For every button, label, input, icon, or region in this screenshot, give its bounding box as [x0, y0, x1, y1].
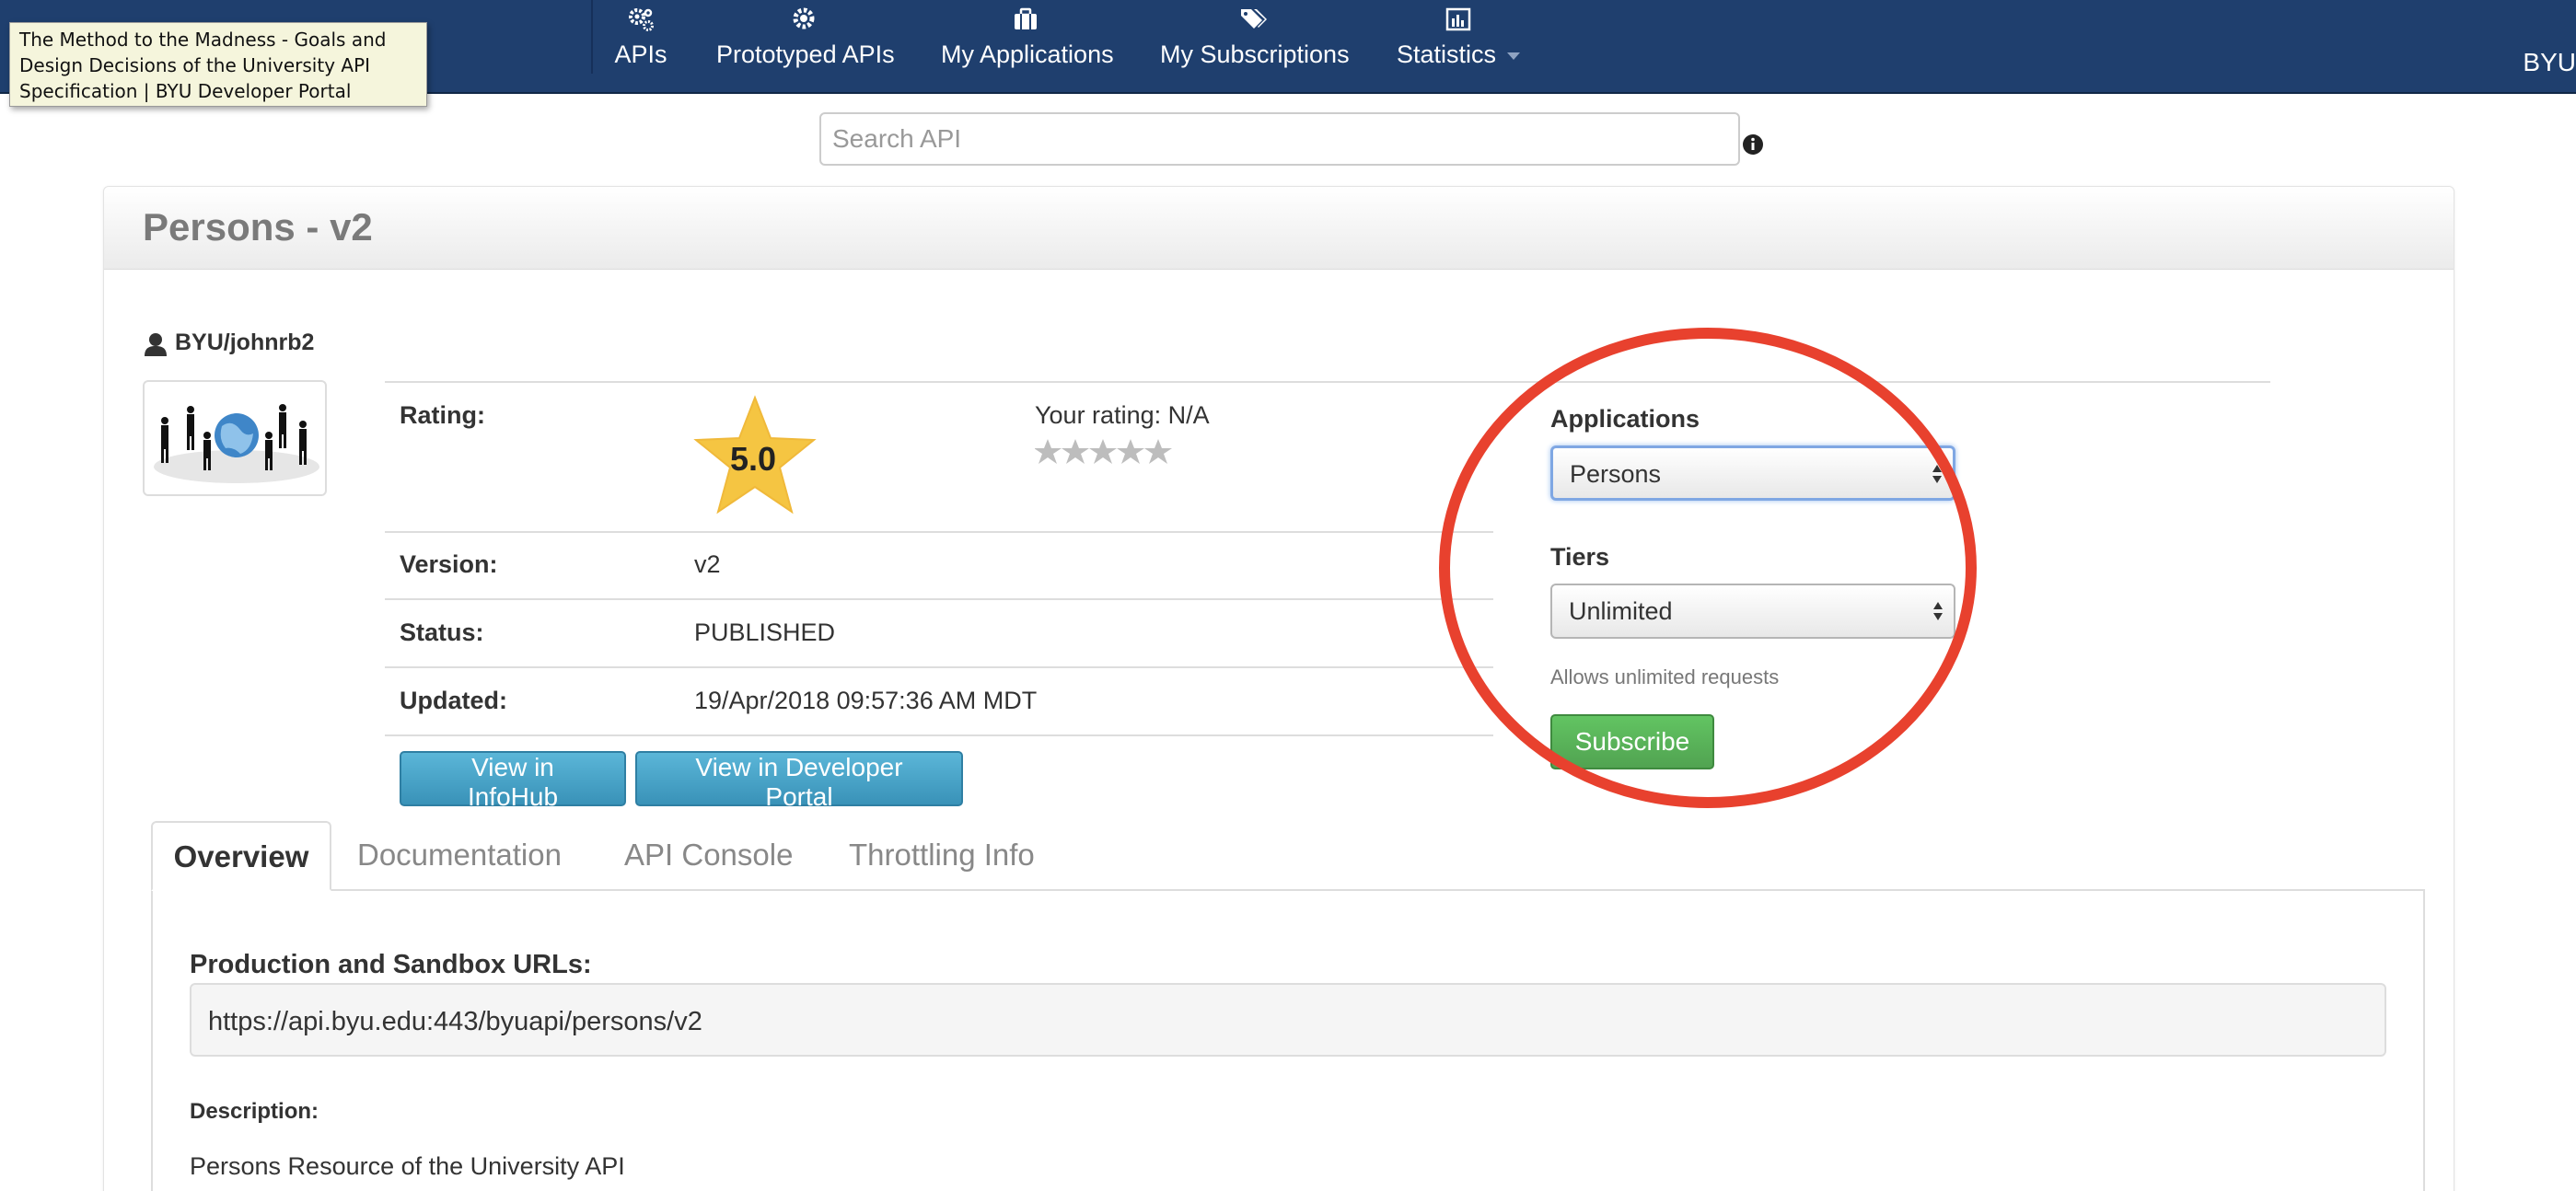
- tab-title-tooltip: The Method to the Madness - Goals and De…: [9, 22, 427, 107]
- nav-item-label: Prototyped APIs: [716, 40, 895, 68]
- nav-divider: [591, 0, 593, 74]
- applications-select[interactable]: Persons: [1550, 445, 1955, 501]
- bar-chart-icon: [1445, 7, 1471, 31]
- divider: [385, 598, 1493, 600]
- user-icon: [145, 333, 167, 356]
- tiers-label: Tiers: [1550, 543, 1610, 571]
- your-rating-label: Your rating:: [1035, 401, 1162, 429]
- status-label: Status:: [400, 619, 484, 646]
- subscribe-button[interactable]: Subscribe: [1550, 714, 1714, 769]
- tab-api-console[interactable]: API Console: [624, 838, 793, 873]
- rate-star-icon: [1035, 439, 1062, 464]
- nav-item-label: My Applications: [941, 40, 1114, 68]
- nav-item-statistics[interactable]: Statistics: [1394, 0, 1523, 92]
- urls-label: Production and Sandbox URLs:: [190, 950, 592, 979]
- page-title: Persons - v2: [143, 205, 373, 249]
- tooltip-line: The Method to the Madness - Goals and: [19, 29, 387, 51]
- nav-item-label-wrap: Statistics: [1394, 40, 1523, 69]
- tab-documentation[interactable]: Documentation: [357, 838, 562, 873]
- description-label: Description:: [190, 1099, 319, 1124]
- divider: [385, 381, 2270, 383]
- tier-description: Allows unlimited requests: [1550, 665, 1780, 688]
- gear-icon: [793, 7, 815, 29]
- your-rating-value: N/A: [1167, 401, 1210, 429]
- people-globe-image: [154, 404, 319, 483]
- select-arrows-icon: [1933, 602, 1943, 620]
- status-value: PUBLISHED: [694, 619, 836, 646]
- divider: [385, 531, 1493, 533]
- nav-item-prototyped-apis[interactable]: Prototyped APIs: [716, 0, 895, 92]
- tab-throttling-info[interactable]: Throttling Info: [849, 838, 1035, 873]
- panel-header: Persons - v2: [104, 187, 2454, 270]
- tiers-select[interactable]: Unlimited: [1550, 584, 1955, 639]
- view-in-developer-portal-button[interactable]: View in Developer Portal: [635, 751, 963, 811]
- search-input[interactable]: [819, 112, 1740, 166]
- applications-selected: Persons: [1570, 460, 1662, 488]
- tab-overview[interactable]: Overview: [151, 821, 331, 891]
- nav-item-label: APIs: [614, 40, 667, 68]
- version-label: Version:: [400, 550, 498, 578]
- info-icon[interactable]: [1742, 133, 1764, 156]
- your-rating: Your rating: N/A: [1035, 401, 1210, 430]
- divider: [385, 666, 1493, 668]
- nav-item-my-applications[interactable]: My Applications: [941, 0, 1114, 92]
- tags-icon: [1241, 9, 1267, 29]
- nav-item-label: My Subscriptions: [1160, 40, 1350, 68]
- api-thumbnail: [143, 380, 327, 496]
- gears-icon: [629, 8, 654, 31]
- rating-label: Rating:: [400, 401, 485, 429]
- view-in-infohub-button[interactable]: View in InfoHub: [400, 751, 626, 811]
- tiers-selected: Unlimited: [1569, 597, 1673, 625]
- nav-user-menu[interactable]: BYU: [2523, 48, 2576, 77]
- applications-label: Applications: [1550, 405, 1700, 433]
- endpoint-url[interactable]: https://api.byu.edu:443/byuapi/persons/v…: [190, 983, 2386, 1057]
- description-text: Persons Resource of the University API: [190, 1152, 625, 1180]
- rate-star-icon: [1117, 439, 1144, 464]
- rate-star-icon: [1089, 439, 1117, 464]
- tooltip-line: Design Decisions of the University API: [19, 54, 371, 76]
- divider: [385, 734, 1493, 736]
- version-value: v2: [694, 550, 721, 578]
- dropdown-caret-icon: [1507, 52, 1521, 60]
- api-owner: BYU/johnrb2: [175, 330, 315, 355]
- rating-value: 5.0: [729, 440, 777, 478]
- updated-label: Updated:: [400, 687, 507, 714]
- briefcase-icon: [1015, 7, 1037, 29]
- tabs-divider: [151, 889, 2425, 891]
- rate-star-icon: [1144, 439, 1172, 464]
- nav-item-label: Statistics: [1396, 40, 1497, 68]
- tooltip-line: Specification | BYU Developer Portal: [19, 80, 352, 102]
- nav-item-apis[interactable]: APIs: [611, 0, 670, 92]
- nav-item-my-subscriptions[interactable]: My Subscriptions: [1160, 0, 1350, 92]
- select-arrows-icon: [1932, 465, 1942, 483]
- rate-stars[interactable]: [1035, 436, 1182, 468]
- rate-star-icon: [1062, 439, 1089, 464]
- updated-value: 19/Apr/2018 09:57:36 AM MDT: [694, 687, 1038, 714]
